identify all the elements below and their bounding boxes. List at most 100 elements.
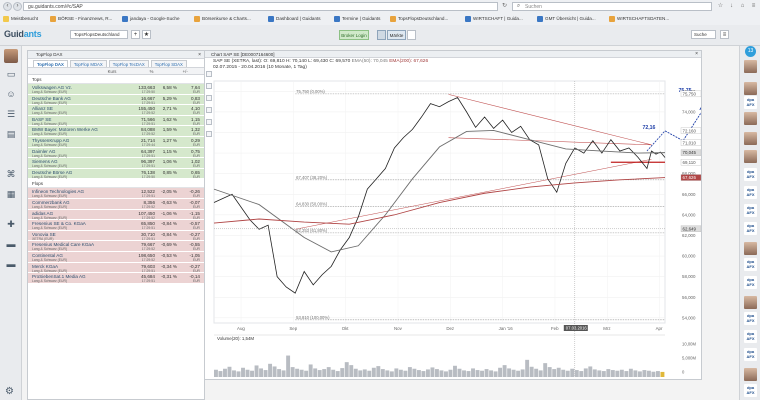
dpa-afx-logo-icon[interactable]: dpa AFX [744,168,757,181]
star-icon[interactable]: ☆ [716,2,725,11]
contact-avatar[interactable] [744,150,757,163]
contact-avatar[interactable] [744,82,757,95]
watchlist-row[interactable]: Deutsche Börse AG Lang & Schwarz (EUR) 76,… [28,168,204,180]
contact-avatar[interactable] [744,112,757,125]
exchange-label: Lang & Schwarz (EUR) [32,279,68,284]
volume-bar [651,371,656,377]
tab-watchlist[interactable]: TopFlop TecDAX [108,60,149,67]
back-icon[interactable]: ‹ [3,2,12,11]
layout-grid-icon[interactable] [377,30,386,40]
contact-avatar[interactable] [744,242,757,255]
browser-search-input[interactable]: ⌕ Suchen [512,2,712,11]
gear-icon[interactable]: ⚙ [5,386,14,397]
line-tool-icon[interactable] [206,83,212,89]
shape-tool-icon[interactable] [206,119,212,125]
app-search-button[interactable]: Suche [691,30,716,39]
tab-watchlist[interactable]: TopFlop SDAX [150,60,187,67]
watchlist-row[interactable]: Allianz SE Lang & Schwarz (EUR) 155,450 17:… [28,105,204,116]
bookmark-item[interactable]: TopsFlopsDeutschland... [390,15,448,23]
tab-watchlist[interactable]: TopFlop DAX [33,60,68,67]
bookmark-item[interactable]: BÖRSE - Finanznews, R... [50,15,112,23]
users-icon[interactable]: ☺ [5,88,17,100]
col-header-change[interactable]: +/- [166,68,204,74]
bookmark-item[interactable]: Meistbesucht [3,15,38,23]
address-bar[interactable]: gu.guidants.com/#c/SAP [23,2,498,11]
col-header-price[interactable]: Kurs [87,68,136,74]
volume-bar [633,370,638,377]
bookmark-item[interactable]: WIRTSCHAFTSDATEN... [609,15,669,23]
zoom-tool-icon[interactable] [206,131,212,137]
cursor-tool-icon[interactable] [206,71,212,77]
bookmark-item[interactable]: WIRTSCHAFT | Guida... [465,15,523,23]
col-header-pct[interactable]: % [137,68,167,74]
watchlist-row[interactable]: ThyssenKrupp AG Lang & Schwarz (EUR) 21,71… [28,136,204,148]
monitor-icon[interactable]: ▭ [5,68,17,80]
contact-avatar[interactable] [744,368,757,381]
forward-icon[interactable]: › [13,2,22,11]
dpa-afx-logo-icon[interactable]: dpa AFX [744,222,757,235]
settings-menu-icon[interactable]: ≡ [720,30,729,39]
dpa-afx-logo-icon[interactable]: dpa AFX [744,258,757,271]
dpa-afx-logo-icon[interactable]: dpa AFX [744,204,757,217]
watchlist-row[interactable]: Fresenius Medical Care KGaA Lang & Schwar… [28,241,204,252]
watchlist-row[interactable]: Volkswagen AG Vz. Lang & Schwarz (EUR) 133… [28,84,204,95]
dpa-afx-logo-icon[interactable]: dpa AFX [744,186,757,199]
col-header-name[interactable] [28,68,87,74]
add-workspace-icon[interactable]: + [131,30,140,39]
guidants-logo[interactable]: Guidants [4,29,42,39]
watchlist-row[interactable]: Siemens AG Lang & Schwarz (EUR) 96,397 17:2… [28,158,204,169]
bookmark-item[interactable]: GMT Übersicht | Guida... [537,15,596,23]
broker-login-button[interactable]: Broker Login [339,30,369,40]
watchlist-row[interactable]: Commerzbank AG Lang & Schwarz (EUR) 8,356 1… [28,198,204,210]
watchlist-row[interactable]: BASF SE Lang & Schwarz (EUR) 71,566 17:29:5… [28,115,204,127]
x-tick-label: Dez [446,326,454,331]
bookmark-item[interactable]: Termine | Guidants [334,15,380,23]
watchlist-row[interactable]: Deutsche Bank AG Lang & Schwarz (EUR) 16,6… [28,94,204,106]
price-chart[interactable]: 54,000 56,000 58,000 60,000 62,000 64,000 66,0… [205,51,702,380]
dpa-afx-logo-icon[interactable]: dpa AFX [744,96,757,109]
watchlist-row[interactable]: Vonovia SE XETRA (EUR) 30,710 17:29:51 -0,84… [28,230,204,242]
dpa-afx-logo-icon[interactable]: dpa AFX [744,276,757,289]
download-icon[interactable]: ↓ [727,2,736,11]
watchlist-row[interactable]: ProSiebenSat.1 Media AG Lang & Schwarz (E… [28,273,204,284]
contact-avatar[interactable] [744,296,757,309]
user-avatar[interactable] [4,49,18,63]
watchlist-row[interactable]: BMW Bayer. Motoren Werke AG Lang & Schwar… [28,126,204,137]
watchlist-row[interactable]: Infineon Technologies AG Lang & Schwarz (… [28,188,204,199]
fib-tool-icon[interactable] [206,95,212,101]
contact-avatar[interactable] [744,132,757,145]
dpa-afx-logo-icon[interactable]: dpa AFX [744,330,757,343]
percent-change: 1,62 % [162,116,177,122]
watchlist-row[interactable]: Merck KGaA Lang & Schwarz (EUR) 79,603 17:2… [28,262,204,274]
news-icon[interactable]: ▤ [5,128,17,140]
close-icon[interactable]: × [198,51,201,59]
menu-icon[interactable]: ≡ [749,2,758,11]
contact-avatar[interactable] [744,60,757,73]
text-tool-icon[interactable] [206,107,212,113]
tab-watchlist[interactable]: TopFlop MDAX [69,60,107,67]
favorite-star-icon[interactable]: ★ [142,30,151,39]
layout-list-icon[interactable] [407,30,416,40]
watchlist-row[interactable]: adidas AG Lang & Schwarz (EUR) 107,450 17:2… [28,209,204,221]
folder-icon[interactable]: ▬ [5,238,17,250]
list-icon[interactable]: ☰ [5,108,17,120]
calendar-icon[interactable]: ▦ [5,188,17,200]
watchlist-row[interactable]: Fresenius SE & Co. KGaA Lang & Schwarz (E… [28,220,204,231]
home-icon[interactable]: ⌂ [738,2,747,11]
bookmark-item[interactable]: Dashboard | Guidants [268,15,321,23]
add-icon[interactable]: ✚ [5,218,17,230]
folder-open-icon[interactable]: ▬ [5,258,17,270]
watchlist-row[interactable]: Continental AG Lang & Schwarz (EUR) 198,65… [28,251,204,263]
dpa-afx-logo-icon[interactable]: dpa AFX [744,384,757,397]
workspace-select[interactable]: TopsFlopsDeutschland [70,30,128,39]
bookmark-item[interactable]: jandaya - Google-Suche [122,15,180,23]
dpa-afx-logo-icon[interactable]: dpa AFX [744,312,757,325]
markets-button[interactable]: Märkte [387,30,406,40]
reload-icon[interactable]: ↻ [500,2,509,11]
close-icon[interactable]: × [695,51,698,58]
watchlist-row[interactable]: Daimler AG Lang & Schwarz (EUR) 64,397 17:2… [28,147,204,159]
notification-badge[interactable]: 13 [745,46,756,57]
ticket-icon[interactable]: ⌘ [5,168,17,180]
bookmark-item[interactable]: Börsenkurse & Charts... [194,15,251,23]
dpa-afx-logo-icon[interactable]: dpa AFX [744,348,757,361]
